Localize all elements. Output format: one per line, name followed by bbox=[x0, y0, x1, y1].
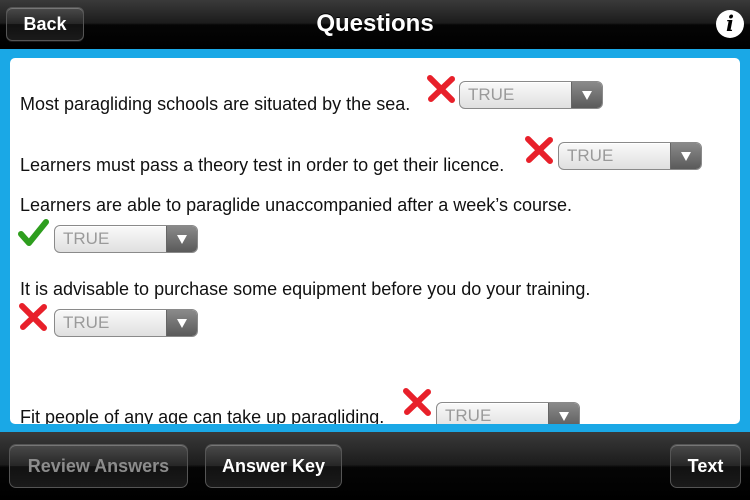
questions-panel[interactable]: Most paragliding schools are situated by… bbox=[10, 58, 740, 424]
dropdown-value: TRUE bbox=[63, 313, 110, 332]
question-text: It is advisable to purchase some equipme… bbox=[20, 279, 591, 299]
dropdown-value: TRUE bbox=[567, 146, 614, 165]
check-icon bbox=[18, 219, 49, 246]
review-answers-button[interactable]: Review Answers bbox=[9, 444, 188, 488]
question-text: Learners are able to paraglide unaccompa… bbox=[20, 195, 573, 215]
back-button[interactable]: Back bbox=[6, 7, 84, 41]
question-text: Fit people of any age can take up paragl… bbox=[20, 407, 385, 424]
chevron-down-icon bbox=[166, 310, 197, 336]
dropdown-value: TRUE bbox=[445, 406, 492, 424]
answer-dropdown[interactable]: TRUE bbox=[54, 225, 198, 253]
answer-dropdown[interactable]: TRUE bbox=[436, 402, 580, 424]
bottom-toolbar: Review Answers Answer Key Text bbox=[0, 432, 750, 500]
navigation-bar: Back Questions i bbox=[0, 0, 750, 49]
dropdown-value: TRUE bbox=[63, 229, 110, 248]
cross-icon bbox=[525, 136, 553, 164]
chevron-down-icon bbox=[571, 82, 602, 108]
text-button[interactable]: Text bbox=[670, 444, 741, 488]
chevron-down-icon bbox=[548, 403, 579, 424]
chevron-down-icon bbox=[166, 226, 197, 252]
answer-dropdown[interactable]: TRUE bbox=[54, 309, 198, 337]
answer-dropdown[interactable]: TRUE bbox=[558, 142, 702, 170]
answer-dropdown[interactable]: TRUE bbox=[459, 81, 603, 109]
answer-key-button[interactable]: Answer Key bbox=[205, 444, 342, 488]
cross-icon bbox=[427, 75, 455, 103]
chevron-down-icon bbox=[670, 143, 701, 169]
question-text: Most paragliding schools are situated by… bbox=[20, 94, 411, 114]
content-frame: Most paragliding schools are situated by… bbox=[0, 49, 750, 432]
dropdown-value: TRUE bbox=[468, 85, 515, 104]
info-icon[interactable]: i bbox=[716, 10, 744, 38]
page-title: Questions bbox=[316, 10, 434, 37]
cross-icon bbox=[19, 303, 47, 331]
cross-icon bbox=[403, 388, 431, 416]
question-text: Learners must pass a theory test in orde… bbox=[20, 155, 505, 175]
